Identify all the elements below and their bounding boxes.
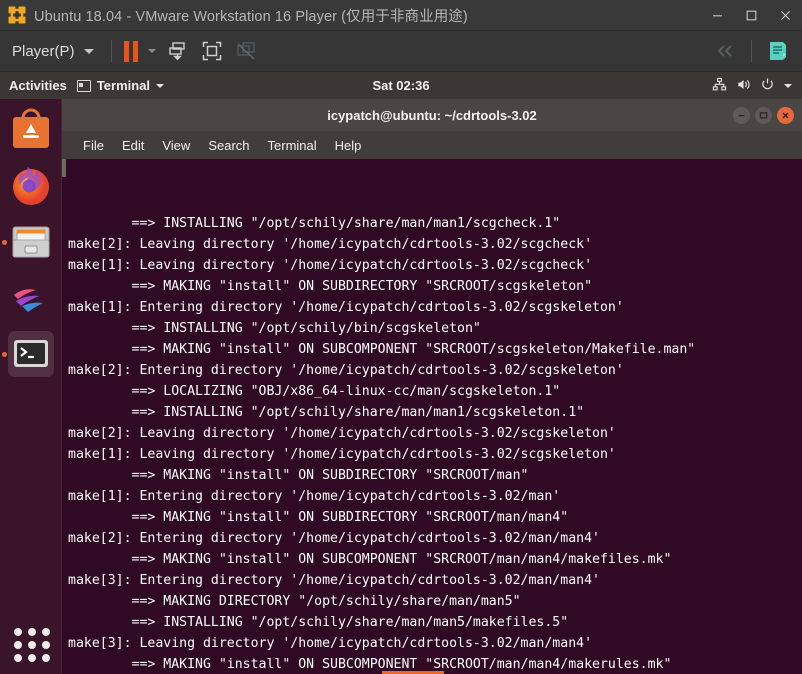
toolbar-divider-right xyxy=(751,40,752,62)
terminal-close-button[interactable] xyxy=(777,106,794,124)
vmware-toolbar: Player(P) xyxy=(0,31,802,72)
volume-icon xyxy=(736,77,751,95)
terminal-menubar: File Edit View Search Terminal Help xyxy=(62,131,802,159)
dock-item-terminal[interactable] xyxy=(2,331,54,377)
terminal-scrollbar[interactable] xyxy=(62,159,66,177)
unity-mode-button[interactable] xyxy=(229,31,263,72)
menu-help[interactable]: Help xyxy=(326,138,371,153)
terminal-line: make[2]: Entering directory '/home/icypa… xyxy=(68,363,624,378)
unity-mode-icon xyxy=(236,42,255,60)
vmware-window-title: Ubuntu 18.04 - VMware Workstation 16 Pla… xyxy=(34,8,468,25)
terminal-line: ==> INSTALLING "/opt/schily/share/man/ma… xyxy=(68,216,561,231)
show-applications-icon[interactable] xyxy=(14,628,51,662)
player-menu-button[interactable]: Player(P) xyxy=(0,31,104,72)
files-icon xyxy=(12,226,50,258)
terminal-line: ==> INSTALLING "/opt/schily/bin/scgskele… xyxy=(68,321,481,336)
terminal-line: make[2]: Leaving directory '/home/icypat… xyxy=(68,237,593,252)
chevron-down-icon xyxy=(784,83,792,88)
terminal-line: make[1]: Leaving directory '/home/icypat… xyxy=(68,447,616,462)
dock-item-files[interactable] xyxy=(2,219,54,265)
notes-button[interactable] xyxy=(762,31,794,72)
toolbar-divider xyxy=(110,40,112,62)
screen: Ubuntu 18.04 - VMware Workstation 16 Pla… xyxy=(0,0,802,674)
guest-screen: Activities Terminal Sat 02:36 icypatch@u… xyxy=(0,72,802,674)
vmware-window-controls xyxy=(700,0,802,31)
vmware-toolbar-right xyxy=(709,31,802,72)
ubuntu-software-icon xyxy=(13,108,49,148)
terminal-minimize-button[interactable] xyxy=(733,106,750,124)
close-button[interactable] xyxy=(768,0,802,31)
menu-terminal[interactable]: Terminal xyxy=(259,138,326,153)
terminal-line: make[1]: Leaving directory '/home/icypat… xyxy=(68,258,593,273)
system-tray[interactable] xyxy=(712,77,802,95)
app-menu-label: Terminal xyxy=(96,78,151,93)
collapse-toolbar-button[interactable] xyxy=(709,31,741,72)
gnome-top-bar: Activities Terminal Sat 02:36 xyxy=(0,72,802,99)
player-menu-label: Player(P) xyxy=(12,42,75,60)
terminal-line: ==> MAKING "install" ON SUBDIRECTORY "SR… xyxy=(68,510,569,525)
terminal-line: make[3]: Leaving directory '/home/icypat… xyxy=(68,636,593,651)
full-screen-button[interactable] xyxy=(195,31,229,72)
power-icon xyxy=(760,77,775,95)
terminal-line: make[2]: Leaving directory '/home/icypat… xyxy=(68,426,616,441)
activities-button[interactable]: Activities xyxy=(0,78,77,93)
send-key-icon xyxy=(168,42,185,61)
menu-edit[interactable]: Edit xyxy=(113,138,153,153)
terminal-title: icypatch@ubuntu: ~/cdrtools-3.02 xyxy=(327,107,537,123)
terminal-line: ==> MAKING "install" ON SUBCOMPONENT "SR… xyxy=(68,552,672,567)
vmware-logo-icon xyxy=(6,4,28,26)
terminal-window-controls xyxy=(733,99,794,131)
terminal-line: ==> MAKING "install" ON SUBCOMPONENT "SR… xyxy=(68,342,696,357)
running-indicator xyxy=(2,240,7,245)
menu-file[interactable]: File xyxy=(74,138,113,153)
vmware-titlebar: Ubuntu 18.04 - VMware Workstation 16 Pla… xyxy=(0,0,802,31)
terminal-line: ==> MAKING "install" ON SUBDIRECTORY "SR… xyxy=(68,468,529,483)
chevron-down-icon xyxy=(147,49,156,53)
dock-item-firefox[interactable] xyxy=(8,163,54,209)
terminal-line: make[1]: Entering directory '/home/icypa… xyxy=(68,489,561,504)
menu-search[interactable]: Search xyxy=(199,138,258,153)
menu-view[interactable]: View xyxy=(153,138,199,153)
terminal-line: ==> MAKING "install" ON SUBDIRECTORY "SR… xyxy=(68,279,593,294)
notes-icon xyxy=(770,42,786,60)
terminal-line: ==> INSTALLING "/opt/schily/share/man/ma… xyxy=(68,405,585,420)
minimize-button[interactable] xyxy=(700,0,734,31)
fullscreen-icon xyxy=(202,41,221,61)
chevron-down-icon xyxy=(83,48,94,54)
chevron-down-icon xyxy=(156,83,165,88)
app-menu-button[interactable]: Terminal xyxy=(76,78,165,93)
terminal-line: make[3]: Entering directory '/home/icypa… xyxy=(68,573,600,588)
dock-item-rhythmbox[interactable] xyxy=(8,275,54,321)
terminal-icon xyxy=(76,79,91,92)
terminal-line: ==> LOCALIZING "OBJ/x86_64-linux-cc/man/… xyxy=(68,384,561,399)
terminal-output-area[interactable]: ==> INSTALLING "/opt/schily/share/man/ma… xyxy=(62,159,802,674)
pause-icon xyxy=(123,40,138,62)
maximize-button[interactable] xyxy=(734,0,768,31)
terminal-line: make[1]: Entering directory '/home/icypa… xyxy=(68,300,624,315)
dock-item-ubuntu-software[interactable] xyxy=(8,107,54,153)
terminal-line: ==> MAKING DIRECTORY "/opt/schily/share/… xyxy=(68,594,521,609)
double-chevron-left-icon xyxy=(717,45,732,57)
terminal-maximize-button[interactable] xyxy=(755,106,772,124)
pause-dropdown[interactable] xyxy=(143,31,161,72)
terminal-window: icypatch@ubuntu: ~/cdrtools-3.02 File Ed… xyxy=(62,99,802,674)
terminal-icon xyxy=(14,340,48,367)
terminal-lines: ==> INSTALLING "/opt/schily/share/man/ma… xyxy=(68,211,802,674)
running-indicator xyxy=(2,352,7,357)
send-ctrl-alt-del-button[interactable] xyxy=(161,31,195,72)
terminal-line: ==> INSTALLING "/opt/schily/share/man/ma… xyxy=(68,615,569,630)
firefox-icon xyxy=(13,167,49,205)
terminal-titlebar: icypatch@ubuntu: ~/cdrtools-3.02 xyxy=(62,99,802,131)
rhythmbox-icon xyxy=(14,289,43,312)
network-icon xyxy=(712,77,727,95)
gnome-dock xyxy=(0,99,62,674)
pause-button[interactable] xyxy=(119,31,143,72)
terminal-line: make[2]: Entering directory '/home/icypa… xyxy=(68,531,600,546)
